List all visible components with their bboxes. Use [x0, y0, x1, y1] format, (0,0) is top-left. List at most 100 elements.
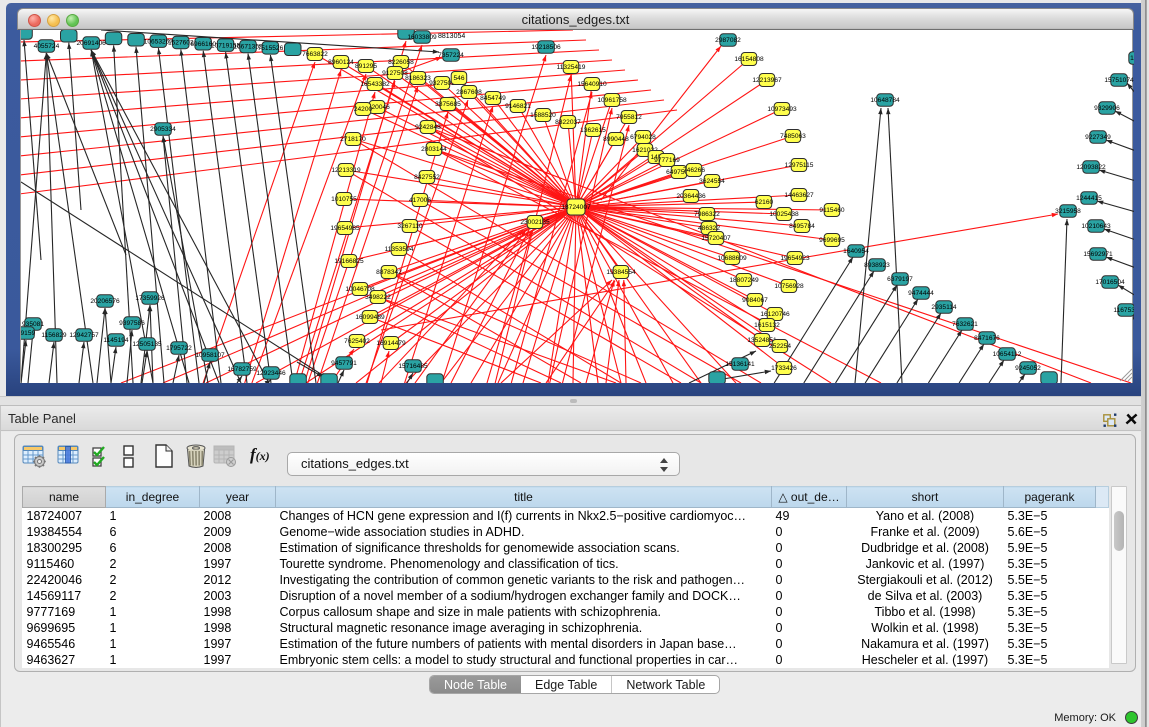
- svg-text:1156829: 1156829: [41, 332, 67, 339]
- svg-text:9115460: 9115460: [819, 207, 845, 214]
- svg-text:8878342: 8878342: [376, 269, 402, 276]
- svg-text:19384554: 19384554: [606, 269, 636, 276]
- svg-text:1362615: 1362615: [580, 127, 606, 134]
- svg-text:12213967: 12213967: [752, 77, 782, 84]
- svg-text:9245052: 9245052: [1015, 365, 1041, 372]
- svg-text:7632621: 7632621: [952, 321, 978, 328]
- svg-text:19654985: 19654985: [330, 225, 360, 232]
- svg-text:891295: 891295: [355, 63, 377, 70]
- svg-text:12975115: 12975115: [785, 162, 814, 169]
- svg-text:16033809: 16033809: [407, 34, 437, 41]
- svg-text:8938923: 8938923: [864, 262, 890, 269]
- svg-text:2718170: 2718170: [340, 136, 366, 143]
- svg-text:9474444: 9474444: [908, 290, 934, 297]
- svg-text:14463627: 14463627: [784, 192, 814, 199]
- svg-text:9084067: 9084067: [742, 297, 768, 304]
- svg-text:10025438: 10025438: [769, 211, 799, 218]
- svg-text:7625402: 7625402: [344, 338, 370, 345]
- svg-text:1010755: 1010755: [331, 196, 357, 203]
- svg-text:252254: 252254: [769, 343, 791, 350]
- svg-text:8454749: 8454749: [480, 95, 506, 102]
- svg-text:18807249: 18807249: [729, 277, 759, 284]
- svg-text:15751074: 15751074: [1104, 77, 1134, 84]
- svg-text:19654923: 19654923: [780, 255, 810, 262]
- svg-text:10756928: 10756928: [774, 283, 804, 290]
- svg-text:8226058: 8226058: [388, 59, 414, 66]
- svg-text:10654112: 10654112: [993, 351, 1022, 358]
- svg-text:23002135: 23002135: [520, 219, 550, 226]
- svg-text:11353594: 11353594: [385, 246, 414, 253]
- svg-text:15640910: 15640910: [577, 81, 607, 88]
- svg-text:7955812: 7955812: [616, 114, 642, 121]
- svg-text:8186323: 8186323: [405, 75, 431, 82]
- svg-text:8813054: 8813054: [438, 33, 465, 40]
- svg-text:24200: 24200: [354, 106, 373, 113]
- svg-text:7357224: 7357224: [438, 52, 464, 59]
- svg-text:8960124: 8960124: [328, 59, 354, 66]
- svg-text:3624554: 3624554: [699, 178, 725, 185]
- svg-text:1112: 1112: [1130, 55, 1134, 62]
- svg-text:16782759: 16782759: [227, 366, 257, 373]
- svg-text:1244415: 1244415: [1076, 195, 1102, 202]
- svg-text:1615132: 1615132: [754, 322, 780, 329]
- svg-text:1588520: 1588520: [530, 112, 556, 119]
- svg-text:746266: 746266: [683, 167, 705, 174]
- svg-text:20364436: 20364436: [676, 193, 706, 200]
- svg-text:7663822: 7663822: [302, 51, 328, 58]
- svg-text:17016504: 17016504: [1095, 279, 1125, 286]
- svg-text:3215958: 3215958: [1055, 208, 1081, 215]
- svg-text:9457791: 9457791: [331, 360, 357, 367]
- svg-text:9699695: 9699695: [819, 237, 845, 244]
- svg-text:2905334: 2905334: [150, 126, 176, 133]
- svg-text:19166825: 19166825: [334, 258, 364, 265]
- svg-text:16154808: 16154808: [734, 56, 764, 63]
- svg-text:10210643: 10210643: [1081, 223, 1111, 230]
- svg-text:8471676: 8471676: [974, 335, 1000, 342]
- svg-text:12213319: 12213319: [331, 167, 361, 174]
- svg-text:15136141: 15136141: [725, 361, 755, 368]
- svg-text:7986322: 7986322: [694, 211, 720, 218]
- svg-text:11325419: 11325419: [557, 64, 586, 71]
- svg-text:16543382: 16543382: [360, 81, 390, 88]
- svg-text:1795722: 1795722: [166, 345, 192, 352]
- svg-text:8322037: 8322037: [555, 119, 581, 126]
- svg-text:20691406: 20691406: [77, 40, 107, 47]
- svg-text:12923446: 12923446: [256, 370, 286, 377]
- svg-text:12505135: 12505135: [132, 341, 162, 348]
- svg-text:12942757: 12942757: [69, 332, 99, 339]
- svg-text:2867608: 2867608: [456, 89, 482, 96]
- svg-text:3498222: 3498222: [365, 294, 391, 301]
- svg-text:9242848: 9242848: [415, 124, 441, 131]
- svg-text:8990448: 8990448: [603, 136, 629, 143]
- svg-text:15720407: 15720407: [701, 235, 731, 242]
- svg-text:39159: 39159: [21, 330, 35, 337]
- svg-text:9777169: 9777169: [654, 157, 680, 164]
- svg-text:10973493: 10973493: [767, 106, 797, 113]
- svg-text:417006: 417006: [409, 197, 431, 204]
- svg-text:15716485: 15716485: [398, 363, 428, 370]
- svg-text:9146821: 9146821: [505, 103, 531, 110]
- svg-text:1640954: 1640954: [843, 248, 869, 255]
- svg-text:7485063: 7485063: [780, 133, 806, 140]
- svg-text:10648784: 10648784: [870, 97, 900, 104]
- svg-text:1167534: 1167534: [1113, 307, 1134, 314]
- svg-text:12093822: 12093822: [1076, 164, 1106, 171]
- svg-text:9397586: 9397586: [119, 320, 145, 327]
- svg-text:16914479: 16914479: [376, 340, 406, 347]
- svg-text:2935114: 2935114: [931, 304, 957, 311]
- svg-text:10688609: 10688609: [717, 255, 747, 262]
- svg-text:546: 546: [453, 75, 464, 82]
- svg-text:62160: 62160: [755, 199, 774, 206]
- svg-text:3875685: 3875685: [435, 101, 461, 108]
- svg-text:15692971: 15692971: [1083, 251, 1113, 258]
- svg-text:4055724: 4055724: [34, 43, 60, 50]
- svg-text:9329906: 9329906: [1094, 105, 1120, 112]
- svg-text:8427552: 8427552: [414, 174, 440, 181]
- svg-text:2803144: 2803144: [421, 146, 447, 153]
- svg-text:6379197: 6379197: [887, 276, 913, 283]
- svg-text:6794028: 6794028: [630, 134, 656, 141]
- svg-text:9227349: 9227349: [1085, 134, 1111, 141]
- svg-text:19218506: 19218506: [531, 44, 561, 51]
- svg-text:20206576: 20206576: [90, 298, 120, 305]
- svg-text:7515526: 7515526: [258, 45, 284, 52]
